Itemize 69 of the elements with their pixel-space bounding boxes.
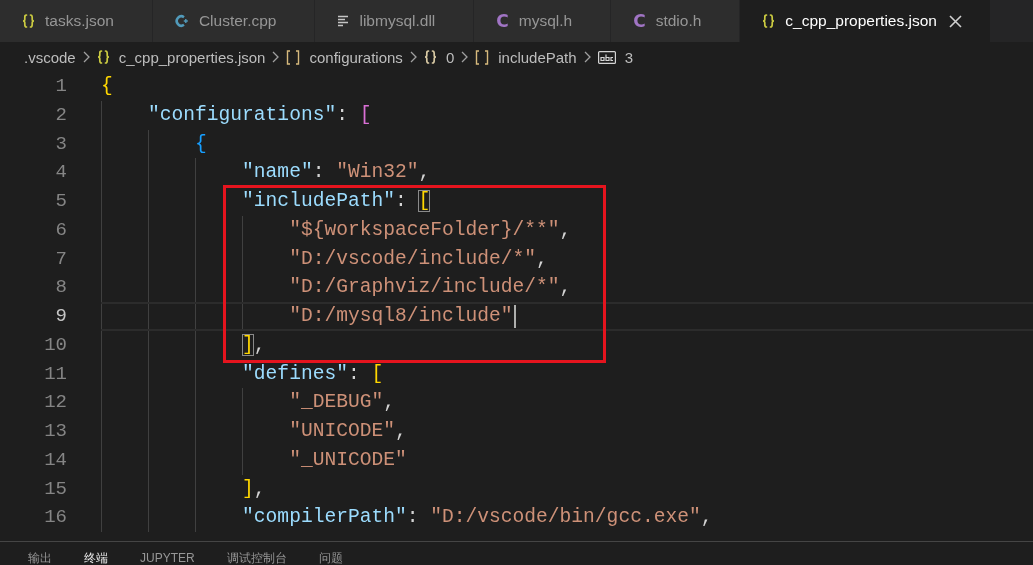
panel-tab[interactable]: JUPYTER [140, 552, 195, 564]
code-line: "D:/vscode/include/*", [289, 246, 548, 272]
breadcrumb-item[interactable]: c_cpp_properties.json [96, 48, 266, 66]
string-symbol-icon [597, 50, 616, 64]
line-number: 3 [55, 132, 67, 155]
line-number: 11 [44, 362, 67, 385]
braces-icon [96, 50, 110, 64]
line-number: 10 [44, 333, 67, 356]
code-line: { [195, 131, 207, 157]
editor-tab[interactable]: Cluster.cpp [152, 0, 316, 42]
editor-tab[interactable]: C stdio.h [611, 0, 741, 42]
code-line: "configurations": [ [148, 102, 372, 128]
close-icon[interactable] [949, 14, 962, 28]
line-number: 13 [44, 420, 67, 442]
editor-tab[interactable]: C mysql.h [474, 0, 612, 42]
chevron-right-icon [583, 51, 591, 63]
line-number: 7 [55, 247, 67, 270]
code-line: "D:/Graphviz/include/*", [289, 275, 572, 301]
lines-icon [337, 15, 350, 27]
code-line: "defines": [ [242, 361, 384, 387]
chevron-right-icon [272, 51, 280, 63]
line-number: 1 [55, 75, 67, 97]
line-number: 14 [44, 448, 67, 471]
code-line: "D:/mysql8/include" [289, 304, 513, 329]
code-line: ], [242, 476, 266, 502]
text-cursor [513, 305, 516, 328]
array-symbol-icon [286, 49, 301, 65]
line-number: 5 [55, 190, 67, 212]
c-file-icon: C [496, 12, 509, 30]
editor-tab[interactable]: libmysql.dll [315, 0, 475, 42]
object-symbol-icon [423, 50, 437, 64]
code-line: "_DEBUG", [289, 390, 395, 416]
breadcrumb-item[interactable]: configurations [286, 48, 403, 66]
line-number: 6 [55, 218, 67, 241]
line-number: 8 [55, 276, 67, 299]
line-number: 12 [44, 391, 67, 414]
code-line: "compilerPath": "D:/vscode/bin/gcc.exe", [242, 505, 713, 531]
c-file-icon: C [633, 12, 646, 30]
line-number: 15 [44, 477, 67, 500]
array-symbol-icon [475, 49, 490, 65]
panel-tab[interactable]: 终端 [84, 552, 108, 564]
code-line: "includePath": [242, 189, 408, 214]
chevron-right-icon [82, 51, 90, 63]
panel-tab[interactable]: 输出 [28, 552, 52, 564]
panel-tab[interactable]: 调试控制台 [226, 552, 287, 564]
line-number: 4 [55, 161, 67, 184]
matched-bracket: ] [242, 334, 254, 357]
breadcrumb-item[interactable]: includePath [475, 48, 577, 66]
code-line: { [101, 74, 113, 99]
breadcrumb-item[interactable]: 3 [597, 48, 633, 66]
cpp-file-icon [174, 14, 189, 28]
code-line: "_UNICODE" [289, 447, 407, 473]
code-line: "name": "Win32", [242, 160, 431, 186]
breadcrumb-item[interactable]: 0 [423, 48, 455, 66]
line-number: 16 [44, 506, 67, 529]
breadcrumb-item[interactable]: .vscode [24, 48, 76, 66]
chevron-right-icon [461, 51, 469, 63]
code-line: "${workspaceFolder}/**", [289, 217, 572, 243]
code-line: , [253, 332, 266, 358]
code-line: "UNICODE", [289, 419, 407, 444]
editor-tab[interactable]: tasks.json [0, 0, 153, 42]
matched-bracket: [ [418, 190, 431, 213]
panel-tab[interactable]: 问题 [318, 552, 343, 564]
line-number: 2 [55, 103, 67, 126]
editor-tab[interactable]: c_cpp_properties.json [740, 0, 991, 42]
braces-icon [762, 14, 776, 28]
line-number: 9 [55, 305, 67, 327]
braces-icon [22, 14, 35, 28]
chevron-right-icon [409, 51, 417, 63]
